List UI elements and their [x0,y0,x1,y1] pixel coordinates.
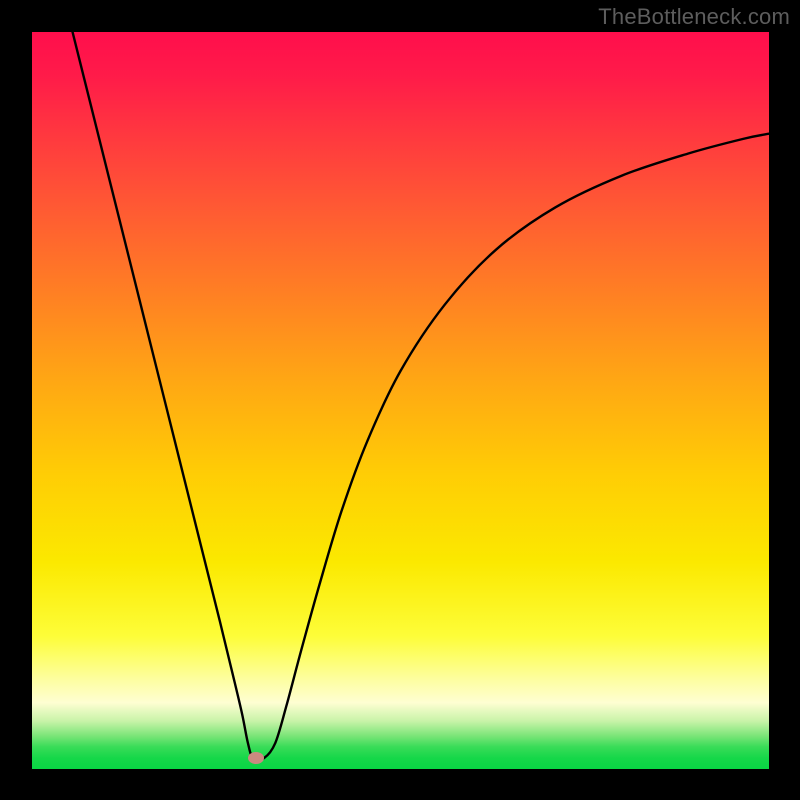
bottleneck-curve [73,32,769,760]
watermark-text: TheBottleneck.com [598,4,790,30]
minimum-marker [248,752,264,764]
plot-area [32,32,769,769]
chart-frame: TheBottleneck.com [0,0,800,800]
curve-svg [32,32,769,769]
